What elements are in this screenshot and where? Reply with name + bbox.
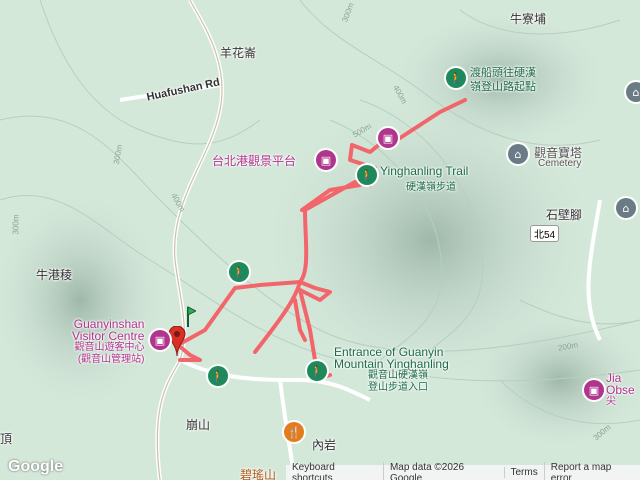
place-label-niuliao: 牛寮埔 (510, 12, 547, 26)
start-flag-icon[interactable] (180, 305, 196, 327)
map-data-text: Map data ©2026 Google (382, 461, 504, 480)
cemetery-icon-3[interactable]: ⌂ (626, 82, 640, 102)
visitor-centre-en-2: Visitor Centre (72, 329, 145, 343)
camera-icon-observatory[interactable]: ▣ (584, 380, 604, 400)
restaurant-icon[interactable]: 🍴 (284, 422, 304, 442)
hiker-icon-entrance[interactable]: 🚶 (307, 361, 327, 381)
camera-icon-visitor-centre[interactable]: ▣ (150, 330, 170, 350)
yinghanling-label-zh: 硬漢嶺步道 (406, 182, 456, 193)
road-shield-bei54: 北54 (530, 225, 560, 242)
place-label-ding: 頂 (0, 432, 13, 446)
taipei-port-label[interactable]: 台北港觀景平台 (212, 152, 296, 169)
trailhead-label[interactable]: 渡船頭往硬漢 嶺登山路起點 (470, 66, 536, 94)
entrance-zh-1: 觀音山硬漢嶺 (368, 370, 428, 381)
observatory-3: 尖 (606, 396, 616, 407)
hiker-icon-yinghanling[interactable]: 🚶 (357, 165, 377, 185)
keyboard-shortcuts-link[interactable]: Keyboard shortcuts (286, 462, 383, 480)
hiker-icon-trailhead[interactable]: 🚶 (446, 68, 466, 88)
entrance-zh-2: 登山步道入口 (368, 382, 428, 393)
place-label-yangua: 羊花崙 (220, 46, 257, 60)
end-pin-icon[interactable] (168, 326, 186, 356)
google-logo[interactable]: Google (8, 458, 63, 476)
yinghanling-label-en[interactable]: Yinghanling Trail (380, 164, 468, 178)
place-label-neiyan: 內岩 (312, 438, 337, 452)
cemetery-icon[interactable]: ⌂ (508, 144, 528, 164)
terms-link[interactable]: Terms (503, 467, 544, 478)
observatory-label[interactable]: Jia Obse 尖 (606, 372, 635, 408)
trailhead-label-line2: 嶺登山路起點 (470, 81, 536, 93)
trailhead-label-line1: 渡船頭往硬漢 (470, 67, 536, 79)
place-label-niugang: 牛港稜 (36, 268, 73, 282)
report-error-link[interactable]: Report a map error (543, 461, 640, 480)
visitor-centre-zh-2: (觀音山管理站) (77, 354, 145, 365)
visitor-centre-zh-1: 觀音山遊客中心 (74, 342, 145, 353)
place-label-biyaoshan: 碧瑤山 (240, 468, 277, 480)
cemetery-icon-2[interactable]: ⌂ (616, 198, 636, 218)
place-label-bengshan: 崩山 (186, 418, 211, 432)
hiker-icon-west[interactable]: 🚶 (229, 262, 249, 282)
place-label-shibijiao: 石壁腳 (546, 208, 583, 222)
cemetery-label: Cemetery (538, 158, 582, 169)
camera-icon-taipei-port[interactable]: ▣ (316, 150, 336, 170)
map-canvas[interactable]: 🚶 ▣ ▣ 🚶 ⌂ ⌂ ⌂ 🚶 ▣ 🚶 🚶 🍴 ▣ 羊花崙 牛寮埔 牛港稜 石壁… (0, 0, 640, 480)
entrance-en-2: Mountain Yinghanling (334, 357, 449, 371)
observatory-2: Obse (606, 383, 635, 397)
contour-label: 300m (11, 214, 21, 235)
entrance-label[interactable]: Entrance of Guanyin Mountain Yinghanling… (334, 346, 449, 394)
attribution-bar: Keyboard shortcuts Map data ©2026 Google… (286, 461, 640, 480)
camera-icon-viewpoint[interactable]: ▣ (378, 128, 398, 148)
visitor-centre-label[interactable]: Guanyinshan Visitor Centre 觀音山遊客中心 (觀音山管… (72, 318, 144, 366)
hiker-icon-south[interactable]: 🚶 (208, 366, 228, 386)
